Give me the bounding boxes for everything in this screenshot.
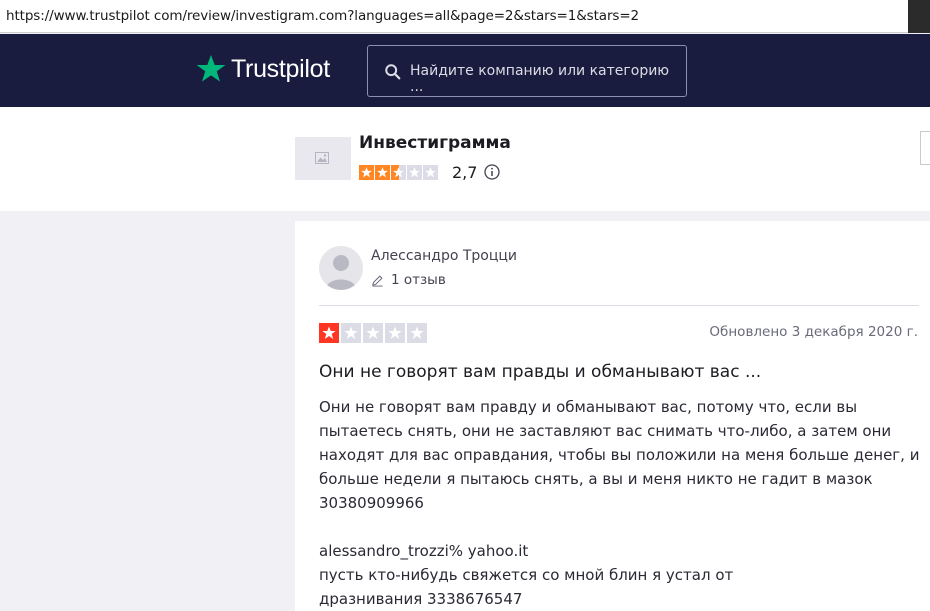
review-card: Алессандро Троцци 1 отзыв Обновлено 3 де… xyxy=(295,221,930,611)
avatar[interactable] xyxy=(319,246,363,290)
divider xyxy=(319,305,919,306)
site-header: Trustpilot Найдите компанию или категори… xyxy=(0,34,930,107)
company-name[interactable]: Инвестиграмма xyxy=(359,133,511,153)
star-icon xyxy=(391,165,406,180)
company-rating-score: 2,7 xyxy=(452,163,478,182)
star-icon xyxy=(385,323,405,343)
image-placeholder-icon xyxy=(315,152,329,164)
reviewer-name[interactable]: Алессандро Троцци xyxy=(371,248,517,264)
company-star-rating xyxy=(359,165,438,180)
browser-url-bar[interactable]: https://www.trustpilot com/review/invest… xyxy=(0,0,930,33)
section-gap xyxy=(295,211,930,221)
company-logo[interactable] xyxy=(295,137,351,180)
star-icon xyxy=(423,165,438,180)
star-icon xyxy=(407,165,422,180)
user-avatar-icon xyxy=(325,255,357,290)
review-star-rating xyxy=(319,323,427,343)
info-icon[interactable] xyxy=(484,164,500,180)
pencil-icon xyxy=(372,274,383,287)
star-icon xyxy=(319,323,339,343)
search-input[interactable]: Найдите компанию или категорию ... xyxy=(367,45,687,97)
logo-text: Trustpilot xyxy=(231,54,330,83)
review-title[interactable]: Они не говорят вам правды и обманывают в… xyxy=(319,362,761,382)
trustpilot-star-icon xyxy=(196,55,226,82)
star-icon xyxy=(407,323,427,343)
review-count-label: 1 отзыв xyxy=(391,272,446,288)
star-icon xyxy=(341,323,361,343)
url-text[interactable]: https://www.trustpilot com/review/invest… xyxy=(6,8,639,24)
review-date: Обновлено 3 декабря 2020 г. xyxy=(709,324,918,340)
trustpilot-logo[interactable]: Trustpilot xyxy=(195,52,330,86)
reviewer-review-count: 1 отзыв xyxy=(371,272,446,288)
company-header: Инвестиграмма 2,7 xyxy=(0,107,930,211)
search-icon xyxy=(385,64,401,80)
star-icon xyxy=(359,165,374,180)
star-icon xyxy=(375,165,390,180)
star-icon xyxy=(363,323,383,343)
review-body: Они не говорят вам правду и обманывают в… xyxy=(319,398,920,608)
cropped-button[interactable] xyxy=(920,131,930,165)
browser-chrome-edge xyxy=(908,0,930,33)
search-placeholder: Найдите компанию или категорию ... xyxy=(410,63,670,95)
